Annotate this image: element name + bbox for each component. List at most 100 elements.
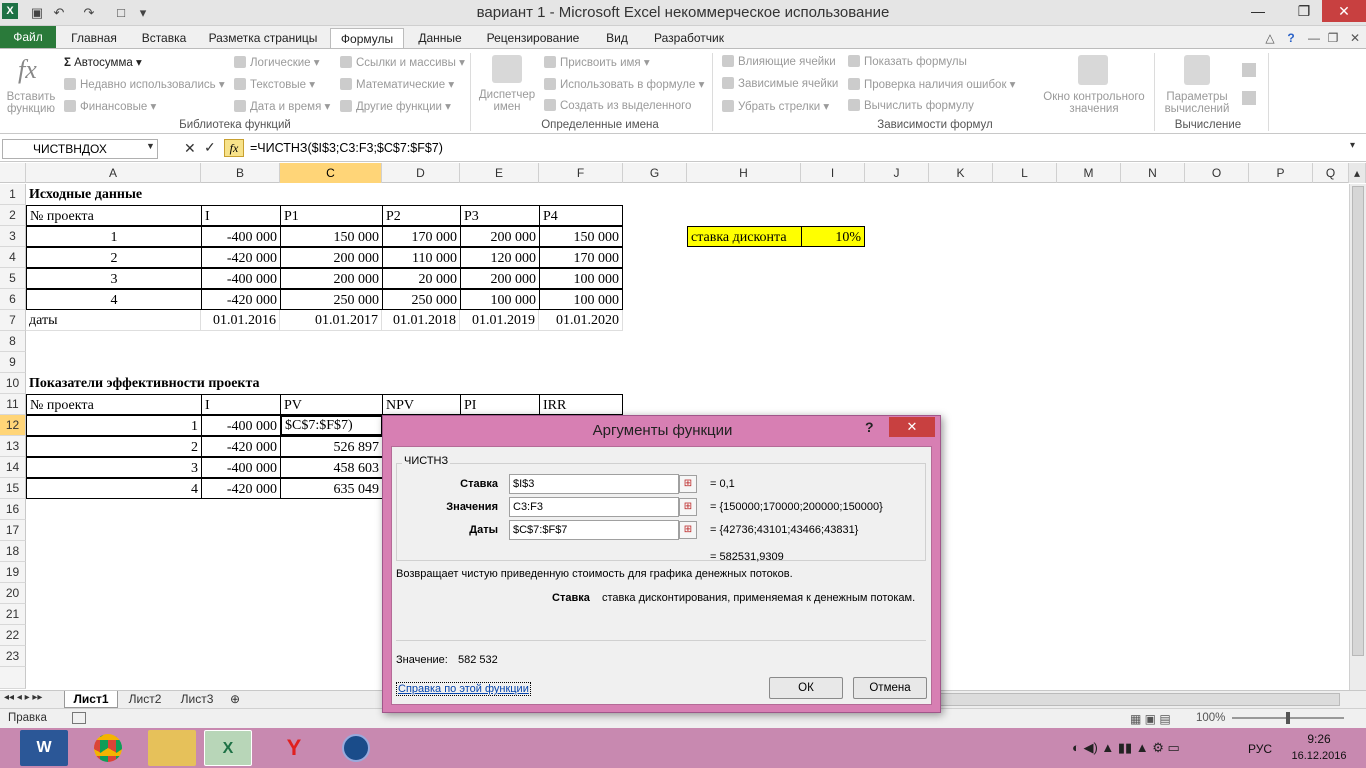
cell-c6[interactable]: 250 000: [280, 289, 383, 310]
show-formulas-button[interactable]: Показать формулы: [848, 55, 967, 68]
row-header[interactable]: [0, 667, 26, 689]
ok-button[interactable]: ОК: [769, 677, 843, 699]
row-header[interactable]: 13: [0, 436, 26, 457]
column-header[interactable]: N: [1121, 163, 1185, 183]
row-header[interactable]: 22: [0, 625, 26, 646]
column-header[interactable]: B: [201, 163, 280, 183]
expand-formula-bar-icon[interactable]: ▾: [1350, 140, 1355, 151]
sheet-tab-active[interactable]: Лист1: [64, 691, 118, 708]
text-button[interactable]: Текстовые ▾: [234, 77, 315, 91]
dates-input[interactable]: $C$7:$F$7: [509, 520, 679, 540]
cell-i3[interactable]: 10%: [801, 226, 865, 247]
cell-d3[interactable]: 170 000: [382, 226, 461, 247]
cell-a1[interactable]: Исходные данные: [26, 184, 286, 205]
datetime-button[interactable]: Дата и время ▾: [234, 99, 330, 113]
cell-a11[interactable]: № проекта: [26, 394, 202, 415]
excel-taskbar-icon[interactable]: X: [204, 730, 252, 766]
row-header[interactable]: 23: [0, 646, 26, 667]
undo-icon[interactable]: ↶: [50, 4, 68, 22]
dialog-close-button[interactable]: ✕: [889, 417, 935, 437]
tab-developer[interactable]: Разработчик: [646, 28, 732, 48]
select-all-corner[interactable]: [0, 163, 26, 183]
zoom-level[interactable]: 100%: [1196, 712, 1225, 724]
cell-c14[interactable]: 458 603: [280, 457, 383, 478]
cell-e5[interactable]: 200 000: [460, 268, 540, 289]
column-header[interactable]: P: [1249, 163, 1313, 183]
macro-record-icon[interactable]: [72, 712, 86, 724]
cell-f6[interactable]: 100 000: [539, 289, 623, 310]
help-icon[interactable]: ?: [1282, 28, 1300, 48]
insert-function-icon[interactable]: fx: [224, 139, 244, 157]
cell-c5[interactable]: 200 000: [280, 268, 383, 289]
cell-a6[interactable]: 4: [26, 289, 202, 310]
cell-b15[interactable]: -420 000: [201, 478, 281, 499]
tab-insert[interactable]: Вставка: [134, 28, 194, 48]
trace-dependents-button[interactable]: Зависимые ячейки: [722, 77, 838, 90]
tray-date[interactable]: 16.12.2016: [1284, 750, 1354, 762]
cell-d7[interactable]: 01.01.2018: [382, 310, 460, 331]
rate-input[interactable]: $I$3: [509, 474, 679, 494]
cell-a3[interactable]: 1: [26, 226, 202, 247]
cell-c7[interactable]: 01.01.2017: [280, 310, 382, 331]
cell-a5[interactable]: 3: [26, 268, 202, 289]
row-header[interactable]: 2: [0, 205, 26, 226]
tab-formulas[interactable]: Формулы: [330, 28, 404, 49]
chrome-taskbar-icon[interactable]: [84, 730, 132, 766]
autosum-button[interactable]: Σ Автосумма ▾: [64, 55, 142, 69]
formula-input[interactable]: =ЧИСТНЗ($I$3;C3:F3;$C$7:$F$7): [250, 141, 443, 155]
cell-f2[interactable]: P4: [539, 205, 623, 226]
row-header[interactable]: 12: [0, 415, 26, 436]
row-header[interactable]: 3: [0, 226, 26, 247]
remove-arrows-button[interactable]: Убрать стрелки ▾: [722, 99, 829, 113]
vertical-scroll-thumb[interactable]: [1352, 186, 1364, 656]
column-header[interactable]: C: [280, 163, 382, 183]
cell-b4[interactable]: -420 000: [201, 247, 281, 268]
sheet-tab[interactable]: Лист2: [122, 692, 168, 706]
tab-file[interactable]: Файл: [0, 26, 56, 48]
vertical-scrollbar[interactable]: [1349, 184, 1366, 690]
cell-b11[interactable]: I: [201, 394, 281, 415]
column-header[interactable]: M: [1057, 163, 1121, 183]
minimize-button[interactable]: —: [1236, 0, 1280, 22]
minimize-ribbon-icon[interactable]: △: [1260, 28, 1280, 48]
cell-c12-editing[interactable]: $C$7:$F$7): [280, 415, 383, 436]
cell-d4[interactable]: 110 000: [382, 247, 461, 268]
error-checking-button[interactable]: Проверка наличия ошибок ▾: [848, 77, 1015, 91]
column-header[interactable]: H: [687, 163, 801, 183]
row-header[interactable]: 19: [0, 562, 26, 583]
cell-b3[interactable]: -400 000: [201, 226, 281, 247]
tab-page-layout[interactable]: Разметка страницы: [204, 28, 322, 48]
math-button[interactable]: Математические ▾: [340, 77, 454, 91]
row-header[interactable]: 18: [0, 541, 26, 562]
cell-f11[interactable]: IRR: [539, 394, 623, 415]
column-header[interactable]: D: [382, 163, 460, 183]
cell-h3[interactable]: ставка дисконта: [687, 226, 802, 247]
cell-c2[interactable]: P1: [280, 205, 383, 226]
create-from-selection-button[interactable]: Создать из выделенного: [544, 99, 691, 112]
row-header[interactable]: 10: [0, 373, 26, 394]
tab-review[interactable]: Рецензирование: [480, 28, 586, 48]
word-taskbar-icon[interactable]: W: [20, 730, 68, 766]
cell-f7[interactable]: 01.01.2020: [539, 310, 623, 331]
save-icon[interactable]: ▣: [28, 4, 46, 22]
cell-e3[interactable]: 200 000: [460, 226, 540, 247]
insert-function-button[interactable]: Вставить функцию: [4, 91, 58, 115]
cell-d5[interactable]: 20 000: [382, 268, 461, 289]
cell-f5[interactable]: 100 000: [539, 268, 623, 289]
close-button[interactable]: ✕: [1322, 0, 1366, 22]
tab-view[interactable]: Вид: [596, 28, 638, 48]
financial-button[interactable]: Финансовые ▾: [64, 99, 156, 113]
cell-a7[interactable]: даты: [26, 310, 201, 331]
column-header[interactable]: Q: [1313, 163, 1349, 183]
trace-precedents-button[interactable]: Влияющие ячейки: [722, 55, 836, 68]
recent-button[interactable]: Недавно использовались ▾: [64, 77, 225, 91]
tray-time[interactable]: 9:26: [1284, 732, 1354, 746]
cell-b6[interactable]: -420 000: [201, 289, 281, 310]
doc-close-icon[interactable]: ✕: [1346, 28, 1364, 48]
cell-b5[interactable]: -400 000: [201, 268, 281, 289]
yandex-taskbar-icon[interactable]: Y: [270, 730, 318, 766]
cell-a10[interactable]: Показатели эффективности проекта: [26, 373, 356, 394]
other-functions-button[interactable]: Другие функции ▾: [340, 99, 451, 113]
cell-a14[interactable]: 3: [26, 457, 202, 478]
row-header[interactable]: 15: [0, 478, 26, 499]
